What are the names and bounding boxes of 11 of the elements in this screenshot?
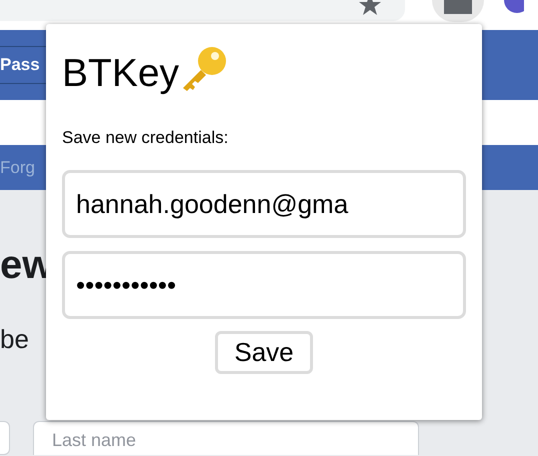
password-field[interactable]: ••••••••••• — [62, 251, 466, 319]
bookmark-star-icon[interactable] — [359, 0, 381, 16]
avatar-icon[interactable] — [502, 0, 524, 14]
save-prompt: Save new credentials: — [62, 128, 230, 148]
username-field[interactable]: hannah.goodenn@gma — [62, 170, 466, 238]
popup-title: BTKey — [62, 51, 180, 97]
last-name-field[interactable]: Last name — [33, 421, 419, 455]
save-button[interactable]: Save — [215, 331, 313, 374]
page-subheading: be — [0, 324, 29, 355]
extension-button[interactable] — [432, 0, 484, 22]
first-name-field[interactable] — [0, 421, 10, 455]
